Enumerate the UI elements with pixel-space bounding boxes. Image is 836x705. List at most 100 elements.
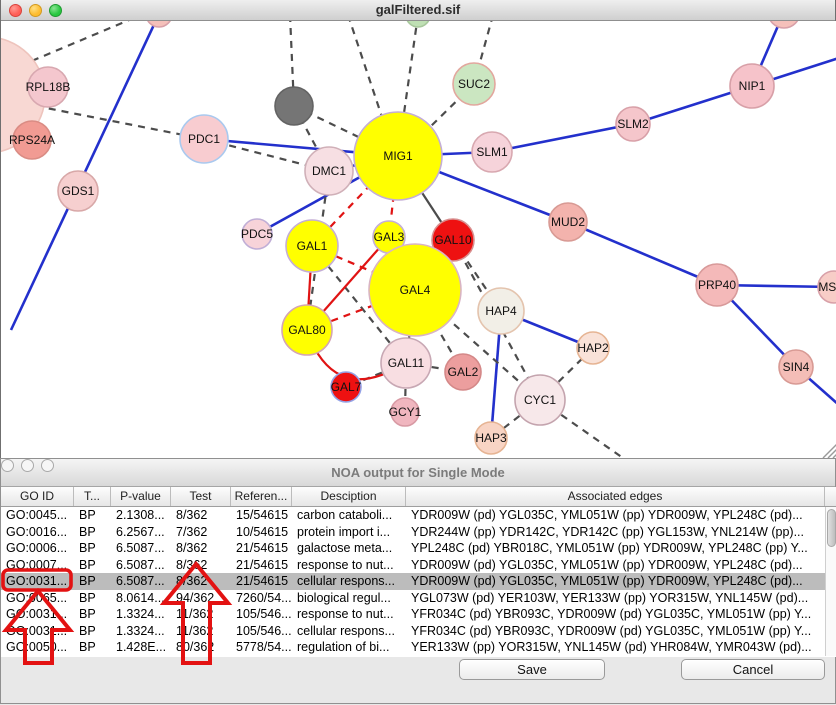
node-label: MSL1	[818, 280, 836, 294]
network-graph: RPL18BRPS24AGDS1PDC1DMC1MIG1SUC2SLM1SLM2…	[1, 21, 836, 458]
dialog-button-row: Save Cancel	[1, 657, 836, 705]
table-cell: GO:0031...	[1, 606, 74, 623]
noa-window-title: NOA output for Single Mode	[1, 465, 835, 480]
table-cell: GO:0031...	[1, 623, 74, 640]
table-cell: 7260/54...	[231, 590, 292, 607]
table-cell: BP	[74, 557, 111, 574]
table-cell: 6.2567...	[111, 524, 171, 541]
table-cell: YDR244W (pp) YDR142C, YDR142C (pp) YGL15…	[406, 524, 825, 541]
table-cell: YDR009W (pd) YGL035C, YML051W (pp) YDR00…	[406, 573, 825, 590]
network-node[interactable]	[768, 21, 800, 28]
table-cell: 6.5087...	[111, 557, 171, 574]
column-header[interactable]: P-value	[111, 487, 171, 506]
table-row[interactable]: GO:0045...BP2.1308...8/36215/54615carbon…	[1, 507, 836, 524]
table-cell: YPL248C (pd) YBR018C, YML051W (pp) YDR00…	[406, 540, 825, 557]
network-edge[interactable]	[36, 106, 204, 139]
table-cell: YER133W (pp) YOR315W, YNL145W (pd) YHR08…	[406, 639, 825, 656]
network-edge[interactable]	[404, 21, 418, 113]
node-label: SLM1	[476, 145, 508, 159]
node-label: PRP40	[698, 278, 736, 292]
noa-output-window: NOA output for Single Mode GO IDT...P-va…	[0, 458, 836, 704]
table-row[interactable]: GO:0016...BP6.2567...7/36210/54615protei…	[1, 524, 836, 541]
table-cell: GO:0065...	[1, 590, 74, 607]
noa-table-body: GO:0045...BP2.1308...8/36215/54615carbon…	[1, 507, 836, 656]
table-cell: GO:0031...	[1, 573, 74, 590]
vertical-scrollbar[interactable]	[825, 507, 836, 656]
column-header[interactable]: T...	[74, 487, 111, 506]
node-label: NIP1	[739, 79, 766, 93]
table-cell: BP	[74, 573, 111, 590]
save-button[interactable]: Save	[459, 659, 605, 680]
node-label: DMC1	[312, 164, 346, 178]
table-cell: response to nut...	[292, 606, 406, 623]
network-edge[interactable]	[568, 222, 717, 285]
column-header[interactable]: Referen...	[231, 487, 292, 506]
node-label: HAP2	[577, 341, 609, 355]
table-cell: biological regul...	[292, 590, 406, 607]
table-cell: protein import i...	[292, 524, 406, 541]
table-cell: 8.0614...	[111, 590, 171, 607]
network-window-titlebar: galFiltered.sif	[1, 0, 835, 21]
table-row[interactable]: GO:0031...BP6.5087...8/36221/54615cellul…	[1, 573, 836, 590]
node-label: SUC2	[458, 77, 490, 91]
table-cell: 80/362	[171, 639, 231, 656]
node-label: SIN4	[783, 360, 810, 374]
column-header[interactable]: Associated edges	[406, 487, 825, 506]
table-row[interactable]: GO:0006...BP6.5087...8/36221/54615galact…	[1, 540, 836, 557]
table-cell: cellular respons...	[292, 623, 406, 640]
table-cell: 1.3324...	[111, 623, 171, 640]
node-label: HAP4	[485, 304, 517, 318]
scrollbar-thumb[interactable]	[827, 509, 836, 547]
table-cell: 21/54615	[231, 557, 292, 574]
table-cell: 94/362	[171, 590, 231, 607]
network-edge[interactable]	[348, 21, 383, 120]
table-cell: GO:0050...	[1, 639, 74, 656]
noa-results-table: GO IDT...P-valueTestReferen...Desciption…	[1, 487, 836, 657]
table-cell: 105/546...	[231, 606, 292, 623]
table-cell: 7/362	[171, 524, 231, 541]
network-canvas[interactable]: RPL18BRPS24AGDS1PDC1DMC1MIG1SUC2SLM1SLM2…	[1, 21, 836, 458]
table-cell: YFR034C (pd) YBR093C, YDR009W (pd) YGL03…	[406, 623, 825, 640]
table-cell: 1.428E...	[111, 639, 171, 656]
table-cell: 105/546...	[231, 623, 292, 640]
table-cell: BP	[74, 590, 111, 607]
table-cell: 15/54615	[231, 507, 292, 524]
table-cell: YGL073W (pd) YER103W, YER133W (pp) YOR31…	[406, 590, 825, 607]
table-row[interactable]: GO:0031...BP1.3324...11/362105/546...res…	[1, 606, 836, 623]
node-label: GAL2	[448, 365, 479, 379]
table-cell: 11/362	[171, 606, 231, 623]
node-label: GCY1	[389, 405, 422, 419]
node-label: GAL7	[331, 380, 362, 394]
table-cell: 8/362	[171, 507, 231, 524]
network-node[interactable]	[406, 21, 430, 27]
table-cell: GO:0045...	[1, 507, 74, 524]
table-cell: YDR009W (pd) YGL035C, YML051W (pp) YDR00…	[406, 557, 825, 574]
network-node[interactable]	[275, 87, 313, 125]
network-edge[interactable]	[492, 124, 633, 152]
table-cell: 8/362	[171, 573, 231, 590]
noa-table-header: GO IDT...P-valueTestReferen...Desciption…	[1, 487, 836, 507]
column-header[interactable]: Test	[171, 487, 231, 506]
node-label: PDC5	[241, 227, 273, 241]
table-cell: 8/362	[171, 540, 231, 557]
table-row[interactable]: GO:0050...BP1.428E...80/3625778/54...reg…	[1, 639, 836, 656]
node-label: CYC1	[524, 393, 556, 407]
table-row[interactable]: GO:0031...BP1.3324...11/362105/546...cel…	[1, 623, 836, 640]
table-cell: 6.5087...	[111, 573, 171, 590]
node-label: GAL1	[297, 239, 328, 253]
table-row[interactable]: GO:0007...BP6.5087...8/36221/54615respon…	[1, 557, 836, 574]
node-label: HAP3	[475, 431, 507, 445]
table-cell: BP	[74, 524, 111, 541]
table-cell: 21/54615	[231, 573, 292, 590]
table-cell: 11/362	[171, 623, 231, 640]
table-cell: carbon cataboli...	[292, 507, 406, 524]
network-node[interactable]	[146, 21, 172, 27]
column-header[interactable]: GO ID	[1, 487, 74, 506]
table-cell: YDR009W (pd) YGL035C, YML051W (pp) YDR00…	[406, 507, 825, 524]
node-label: GAL80	[288, 323, 326, 337]
column-header[interactable]: Desciption	[292, 487, 406, 506]
table-cell: 10/54615	[231, 524, 292, 541]
cancel-button[interactable]: Cancel	[681, 659, 825, 680]
table-cell: 2.1308...	[111, 507, 171, 524]
table-row[interactable]: GO:0065...BP8.0614...94/3627260/54...bio…	[1, 590, 836, 607]
